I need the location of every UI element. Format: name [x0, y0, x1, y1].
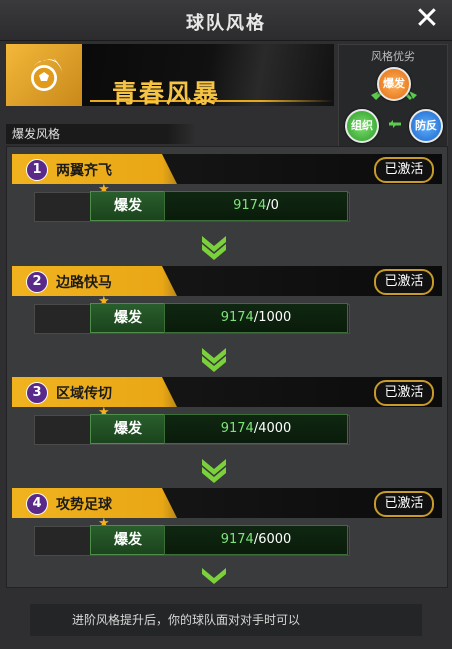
defense-node: 防反 — [409, 109, 443, 143]
stat-label: 爆发 — [90, 414, 166, 444]
activated-badge: 已激活 — [374, 269, 434, 295]
activated-badge: 已激活 — [374, 380, 434, 406]
stage-number: 2 — [26, 271, 48, 293]
stage-name: 区域传切 — [56, 386, 112, 402]
stage-name: 边路快马 — [56, 275, 112, 291]
stat-current: 9174 — [220, 532, 254, 547]
stat-value: 9174/6000 — [164, 525, 348, 555]
stat-label: 爆发 — [90, 303, 166, 333]
style-icon-box — [6, 44, 82, 106]
stage-number: 3 — [26, 382, 48, 404]
stage-number: 1 — [26, 159, 48, 181]
style-name: 青春风暴 — [112, 79, 221, 108]
stat-value: 9174/1000 — [164, 303, 348, 333]
organize-node: 组织 — [345, 109, 379, 143]
stat-value: 9174/4000 — [164, 414, 348, 444]
activated-badge: 已激活 — [374, 157, 434, 183]
stat-required: /1000 — [253, 310, 292, 325]
footer-hint: 进阶风格提升后，你的球队面对对手时可以 — [30, 604, 422, 636]
stage-name: 攻势足球 — [56, 497, 112, 513]
stat-required: /6000 — [253, 532, 292, 547]
section-label: 爆发风格 — [6, 124, 196, 144]
stat-current: 9174 — [233, 198, 267, 213]
stat-label: 爆发 — [90, 525, 166, 555]
stat-current: 9174 — [220, 421, 254, 436]
burst-node: 爆发 — [377, 67, 411, 101]
close-icon[interactable]: ✕ — [412, 4, 442, 34]
stat-value: 9174/0 — [164, 191, 348, 221]
title-bar: 球队风格 ✕ — [0, 0, 452, 41]
stat-current: 9174 — [220, 310, 254, 325]
stat-required: /4000 — [253, 421, 292, 436]
stat-required: /0 — [266, 198, 279, 213]
down-arrow-icon — [202, 348, 226, 372]
activated-badge: 已激活 — [374, 491, 434, 517]
stage-name: 两翼齐飞 — [56, 163, 112, 179]
down-arrow-icon — [202, 459, 226, 483]
stat-label: 爆发 — [90, 191, 166, 221]
down-arrow-icon — [202, 568, 226, 584]
page-title: 球队风格 — [186, 13, 266, 34]
flaming-football-icon — [31, 58, 62, 91]
down-arrow-icon — [202, 236, 226, 260]
advantage-widget: 风格优劣 爆发 组织 防反 — [338, 44, 448, 148]
stage-number: 4 — [26, 493, 48, 515]
